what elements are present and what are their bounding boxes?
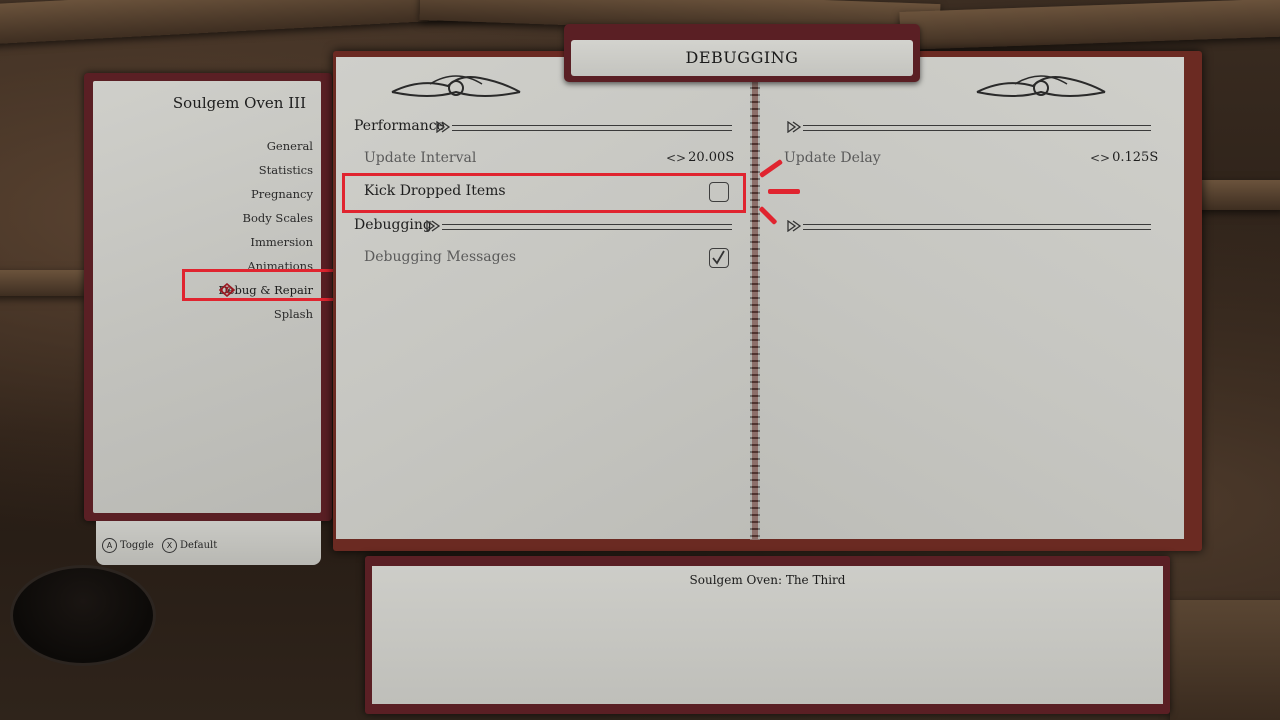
menu-item-splash[interactable]: Splash (113, 302, 313, 326)
cooking-pot (10, 565, 156, 666)
menu-item-label: General (266, 139, 313, 153)
menu-item-label: Statistics (258, 163, 313, 177)
menu-item-label: Body Scales (242, 211, 313, 225)
hint-default-label: Default (180, 540, 218, 551)
button-hints: A Toggle X Default (96, 521, 321, 565)
section-divider (803, 224, 1151, 230)
header-cap-icon (787, 220, 802, 232)
knotwork-ornament-icon (976, 75, 1106, 97)
update-interval-label: Update Interval (364, 150, 477, 166)
slider-arrows-icon: <> (666, 150, 687, 165)
page-title: DEBUGGING (685, 48, 799, 67)
book-spine (750, 80, 760, 540)
performance-header: Performance (354, 118, 445, 134)
header-cap-icon (426, 220, 441, 232)
checkmark-icon (712, 250, 725, 265)
hint-toggle: A Toggle (102, 538, 154, 553)
update-delay-value: 0.125S (1112, 150, 1159, 165)
menu-item-label: Immersion (250, 235, 313, 249)
menu-item-statistics[interactable]: Statistics (113, 158, 313, 182)
pointer-mark (768, 189, 800, 194)
update-delay-label: Update Delay (784, 150, 881, 166)
debugging-messages-checkbox[interactable] (709, 248, 729, 268)
section-divider (442, 224, 732, 230)
knotwork-ornament-icon (391, 75, 521, 97)
header-cap-icon (787, 121, 802, 133)
x-button-icon: X (162, 538, 177, 553)
debugging-messages-label: Debugging Messages (364, 249, 517, 265)
debugging-header: Debugging (354, 217, 432, 233)
section-divider (452, 125, 732, 131)
mod-title: Soulgem Oven III (172, 94, 306, 112)
slider-arrows-icon: <> (1090, 150, 1111, 165)
info-text: Soulgem Oven: The Third (689, 573, 846, 587)
header-cap-icon (436, 121, 451, 133)
update-delay-slider[interactable]: <> 0.125S (1090, 150, 1158, 165)
info-panel: Soulgem Oven: The Third (372, 566, 1163, 704)
menu-item-general[interactable]: General (113, 134, 313, 158)
hint-default: X Default (162, 538, 217, 553)
title-tab: DEBUGGING (571, 40, 913, 76)
menu-item-body-scales[interactable]: Body Scales (113, 206, 313, 230)
highlight-box-option (342, 173, 746, 213)
menu-item-immersion[interactable]: Immersion (113, 230, 313, 254)
menu-item-label: Splash (273, 307, 313, 321)
menu-item-pregnancy[interactable]: Pregnancy (113, 182, 313, 206)
update-interval-slider[interactable]: <> 20.00S (666, 150, 734, 165)
hint-toggle-label: Toggle (120, 540, 154, 551)
highlight-box-menu (182, 269, 342, 301)
update-interval-value: 20.00S (688, 150, 735, 165)
a-button-icon: A (102, 538, 117, 553)
menu-item-label: Pregnancy (250, 187, 313, 201)
section-divider (803, 125, 1151, 131)
